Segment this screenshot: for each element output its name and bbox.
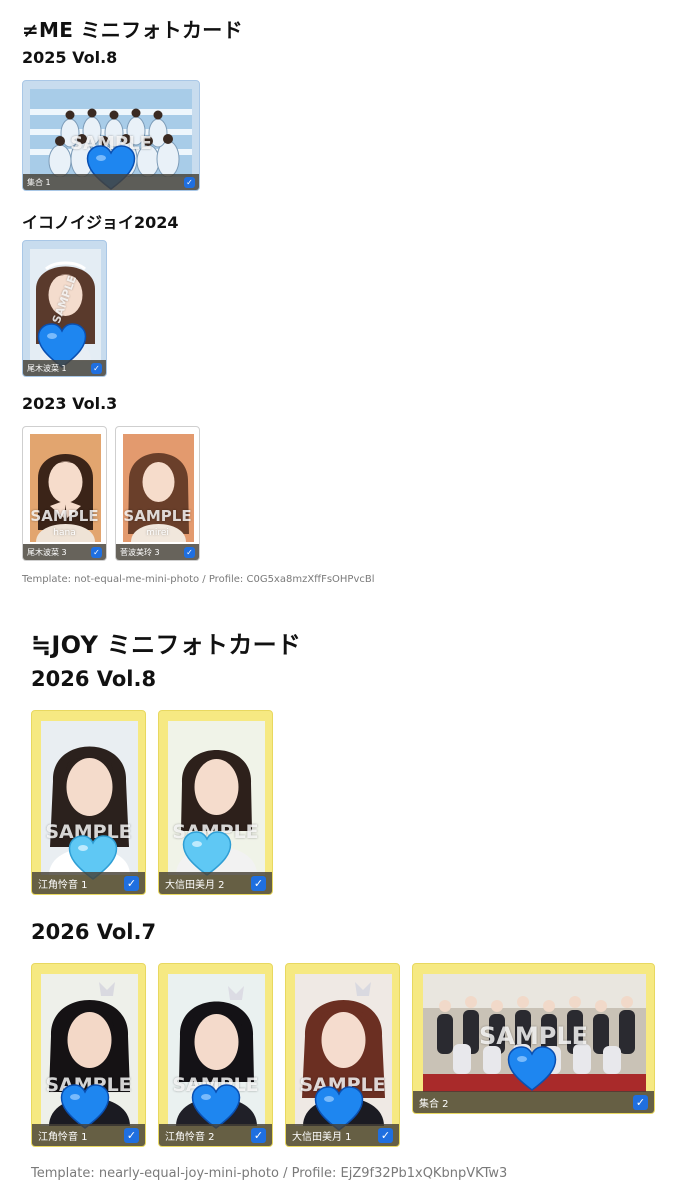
sample-watermark: SAMPLE [30,507,99,525]
card-label: 大信田美月 1 [292,1131,352,1143]
card-label-bar: 江角怜音 1 ✓ [32,872,145,894]
checkbox-checked-icon[interactable]: ✓ [251,875,266,891]
checkbox-checked-icon[interactable]: ✓ [184,546,195,558]
group-title: 2025 Vol.8 [22,48,118,67]
card-label-bar: 尾木波菜 3 ✓ [23,544,106,560]
printed-name: mirei [146,528,169,538]
printed-name: hana [53,528,76,538]
group-title: 2026 Vol.7 [31,920,157,944]
photo-card[interactable]: SAMPLE 集合 1 ✓ [22,80,200,191]
card-label-bar: 江角怜音 1 ✓ [32,1124,145,1146]
card-label: 大信田美月 2 [165,879,225,891]
section-title-nearly-equal-joy: ≒JOY ミニフォトカード [31,631,302,659]
checkbox-checked-icon[interactable]: ✓ [91,546,102,558]
photo-card[interactable]: SAMPLE 集合 2 ✓ [412,963,655,1114]
checkbox-checked-icon[interactable]: ✓ [124,1127,139,1143]
template-profile-line: Template: not-equal-me-mini-photo / Prof… [22,574,375,585]
card-label-bar: 菅波美玲 3 ✓ [116,544,199,560]
checkbox-checked-icon[interactable]: ✓ [378,1127,393,1143]
card-label: 江角怜音 2 [165,1131,215,1143]
checkbox-checked-icon[interactable]: ✓ [251,1127,266,1143]
photo-card[interactable]: SAMPLE 江角怜音 1 ✓ [31,710,146,895]
checkbox-checked-icon[interactable]: ✓ [184,176,195,188]
card-label: 尾木波菜 1 [27,363,67,373]
card-label-bar: 大信田美月 2 ✓ [159,872,272,894]
card-label-bar: 集合 1 ✓ [23,174,199,190]
checkbox-checked-icon[interactable]: ✓ [124,875,139,891]
group-title: イコノイジョイ2024 [22,213,179,232]
card-label-bar: 集合 2 ✓ [413,1091,654,1113]
photo-card[interactable]: SAMPLE hana 尾木波菜 3 ✓ [22,426,107,561]
card-label: 集合 1 [27,177,51,187]
photo-card[interactable]: SAMPLE 江角怜音 1 ✓ [31,963,146,1147]
light-blue-heart-icon [182,831,232,876]
card-photo [30,434,101,542]
photo-card[interactable]: SAMPLE 江角怜音 2 ✓ [158,963,273,1147]
card-label: 江角怜音 1 [38,1131,88,1143]
blue-heart-icon [507,1046,557,1091]
card-label: 江角怜音 1 [38,879,88,891]
card-label-bar: 尾木波菜 1 ✓ [23,360,106,376]
photo-card[interactable]: SAMPLE 大信田美月 1 ✓ [285,963,400,1147]
card-label-bar: 江角怜音 2 ✓ [159,1124,272,1146]
group-title: 2023 Vol.3 [22,394,118,413]
photo-card[interactable]: SAMPLE 大信田美月 2 ✓ [158,710,273,895]
card-label: 菅波美玲 3 [120,547,160,557]
template-profile-line: Template: nearly-equal-joy-mini-photo / … [31,1166,508,1181]
photo-card[interactable]: SAMPLE 尾木波菜 1 ✓ [22,240,107,377]
card-label: 集合 2 [419,1098,449,1110]
sample-watermark: SAMPLE [123,507,192,525]
card-photo [123,434,194,542]
card-label: 尾木波菜 3 [27,547,67,557]
section-title-not-equal-me: ≠ME ミニフォトカード [22,18,243,42]
checkbox-checked-icon[interactable]: ✓ [91,362,102,374]
group-title: 2026 Vol.8 [31,667,157,691]
checkbox-checked-icon[interactable]: ✓ [633,1094,648,1110]
card-label-bar: 大信田美月 1 ✓ [286,1124,399,1146]
photo-card[interactable]: SAMPLE mirei 菅波美玲 3 ✓ [115,426,200,561]
